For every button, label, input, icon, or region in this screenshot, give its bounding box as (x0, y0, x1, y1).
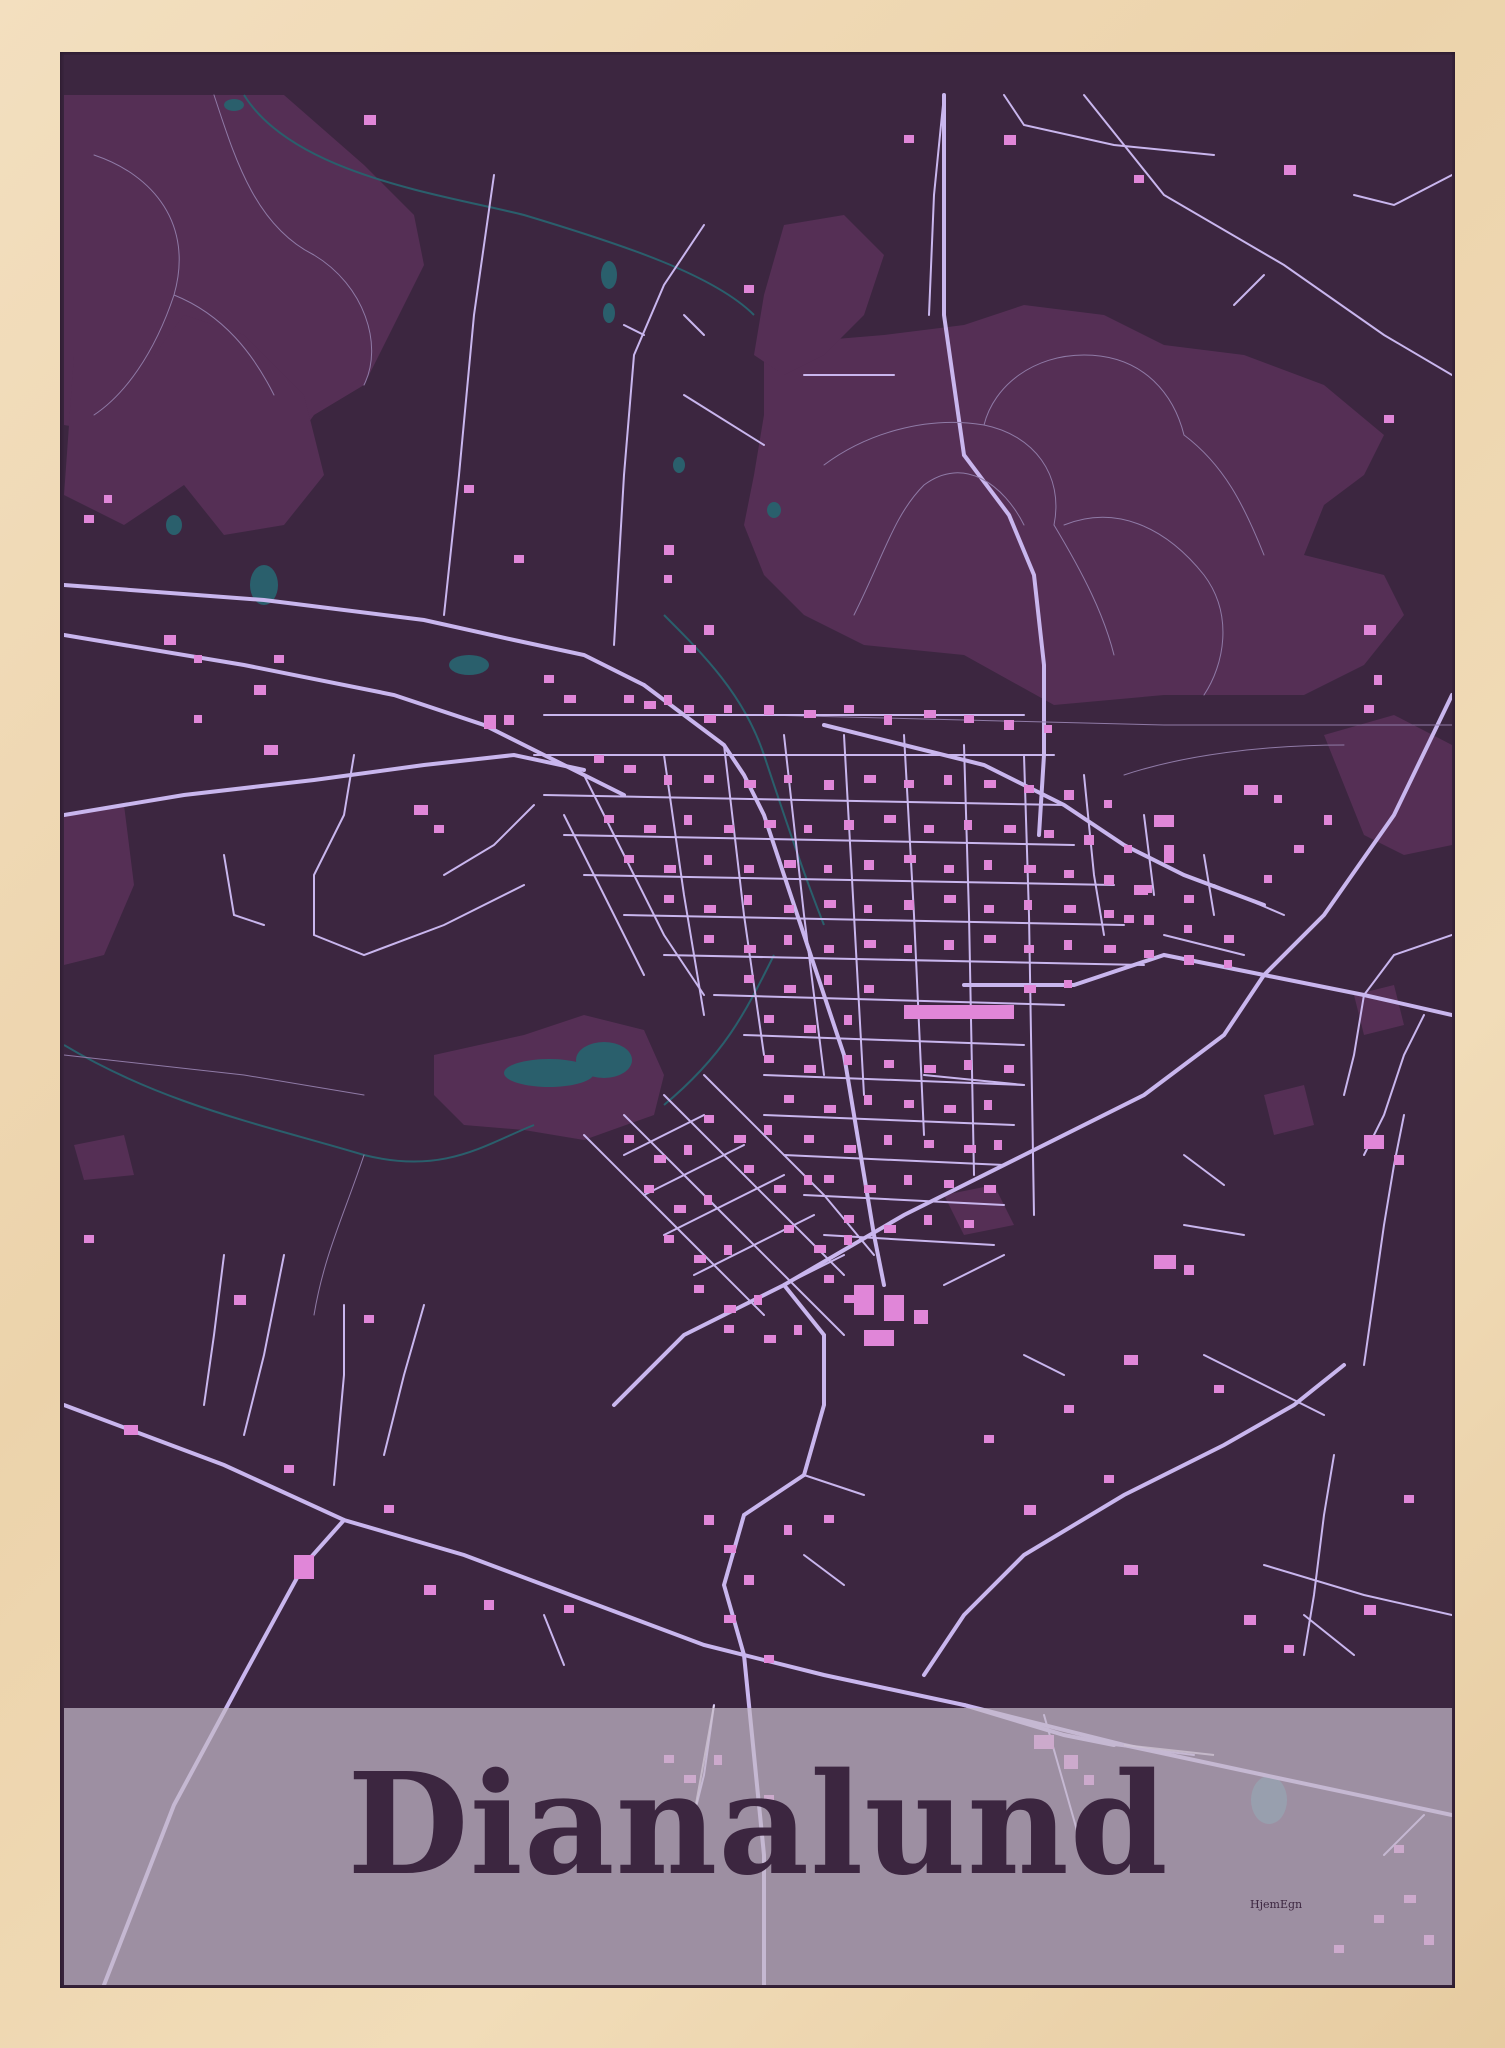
city-name-title: Dianalund (347, 1743, 1169, 1907)
map-artwork (64, 55, 1452, 1985)
map-poster: Dianalund HjemEgn (64, 55, 1452, 1985)
maker-logo: HjemEgn (1250, 1891, 1302, 1913)
maker-logo-text: HjemEgn (1250, 1898, 1303, 1911)
